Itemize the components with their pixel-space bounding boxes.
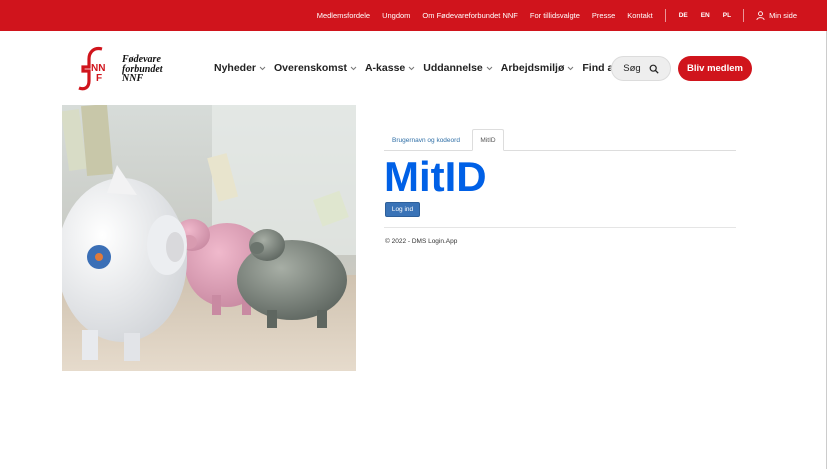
nnf-logo[interactable]: NN F Fødevare forbundet NNF bbox=[76, 45, 176, 93]
mitid-logo: MitID bbox=[384, 153, 534, 200]
nnf-logo-mark-icon: NN F bbox=[78, 46, 105, 91]
toplink-om-nnf[interactable]: Om Fødevareforbundet NNF bbox=[422, 11, 517, 20]
search-icon bbox=[649, 64, 659, 74]
search-button[interactable]: Søg bbox=[611, 56, 671, 81]
nav-nyheder[interactable]: Nyheder bbox=[214, 62, 266, 74]
search-label: Søg bbox=[623, 63, 641, 74]
user-icon bbox=[756, 11, 765, 20]
main-nav: Nyheder Overenskomst A-kasse Uddannelse … bbox=[214, 62, 666, 74]
login-button[interactable]: Log ind bbox=[385, 202, 420, 217]
divider bbox=[384, 227, 736, 228]
chevron-down-icon bbox=[408, 66, 415, 70]
divider bbox=[743, 9, 745, 22]
mitid-logo-icon: MitID bbox=[384, 153, 487, 200]
toplink-presse[interactable]: Presse bbox=[592, 11, 615, 20]
top-bar: Medlemsfordele Ungdom Om Fødevareforbund… bbox=[0, 0, 827, 31]
nav-arbejdsmiljo[interactable]: Arbejdsmiljø bbox=[501, 62, 575, 74]
toplink-ungdom[interactable]: Ungdom bbox=[382, 11, 410, 20]
nav-uddannelse[interactable]: Uddannelse bbox=[423, 62, 493, 74]
login-tabs: Brugernavn og kodeord MitID bbox=[384, 129, 736, 151]
hero-image bbox=[62, 105, 356, 371]
lang-pl[interactable]: PL bbox=[723, 12, 731, 19]
tab-username-password[interactable]: Brugernavn og kodeord bbox=[384, 129, 468, 151]
lang-de[interactable]: DE bbox=[679, 12, 688, 19]
mitid-logo-text: MitID bbox=[384, 155, 487, 195]
logo-text: Fødevare forbundet NNF bbox=[122, 54, 163, 84]
chevron-down-icon bbox=[259, 66, 266, 70]
piggy-bank-photo bbox=[62, 105, 356, 371]
tab-mitid[interactable]: MitID bbox=[472, 129, 504, 151]
main-header: NN F Fødevare forbundet NNF Nyheder Over… bbox=[0, 31, 827, 106]
chevron-down-icon bbox=[350, 66, 357, 70]
nav-a-kasse[interactable]: A-kasse bbox=[365, 62, 415, 74]
my-page-link[interactable]: Min side bbox=[756, 11, 797, 20]
footer-copyright: © 2022 - DMS Login.App bbox=[385, 238, 458, 245]
lang-en[interactable]: EN bbox=[701, 12, 710, 19]
toplink-kontakt[interactable]: Kontakt bbox=[627, 11, 652, 20]
chevron-down-icon bbox=[568, 66, 574, 70]
nav-overenskomst[interactable]: Overenskomst bbox=[274, 62, 357, 74]
my-page-label: Min side bbox=[769, 11, 797, 20]
divider bbox=[664, 9, 666, 22]
svg-text:F: F bbox=[96, 73, 102, 84]
chevron-down-icon bbox=[486, 66, 493, 70]
toplink-medlemsfordele[interactable]: Medlemsfordele bbox=[317, 11, 370, 20]
toplink-tillidsvalgte[interactable]: For tillidsvalgte bbox=[530, 11, 580, 20]
become-member-button[interactable]: Bliv medlem bbox=[678, 56, 752, 81]
